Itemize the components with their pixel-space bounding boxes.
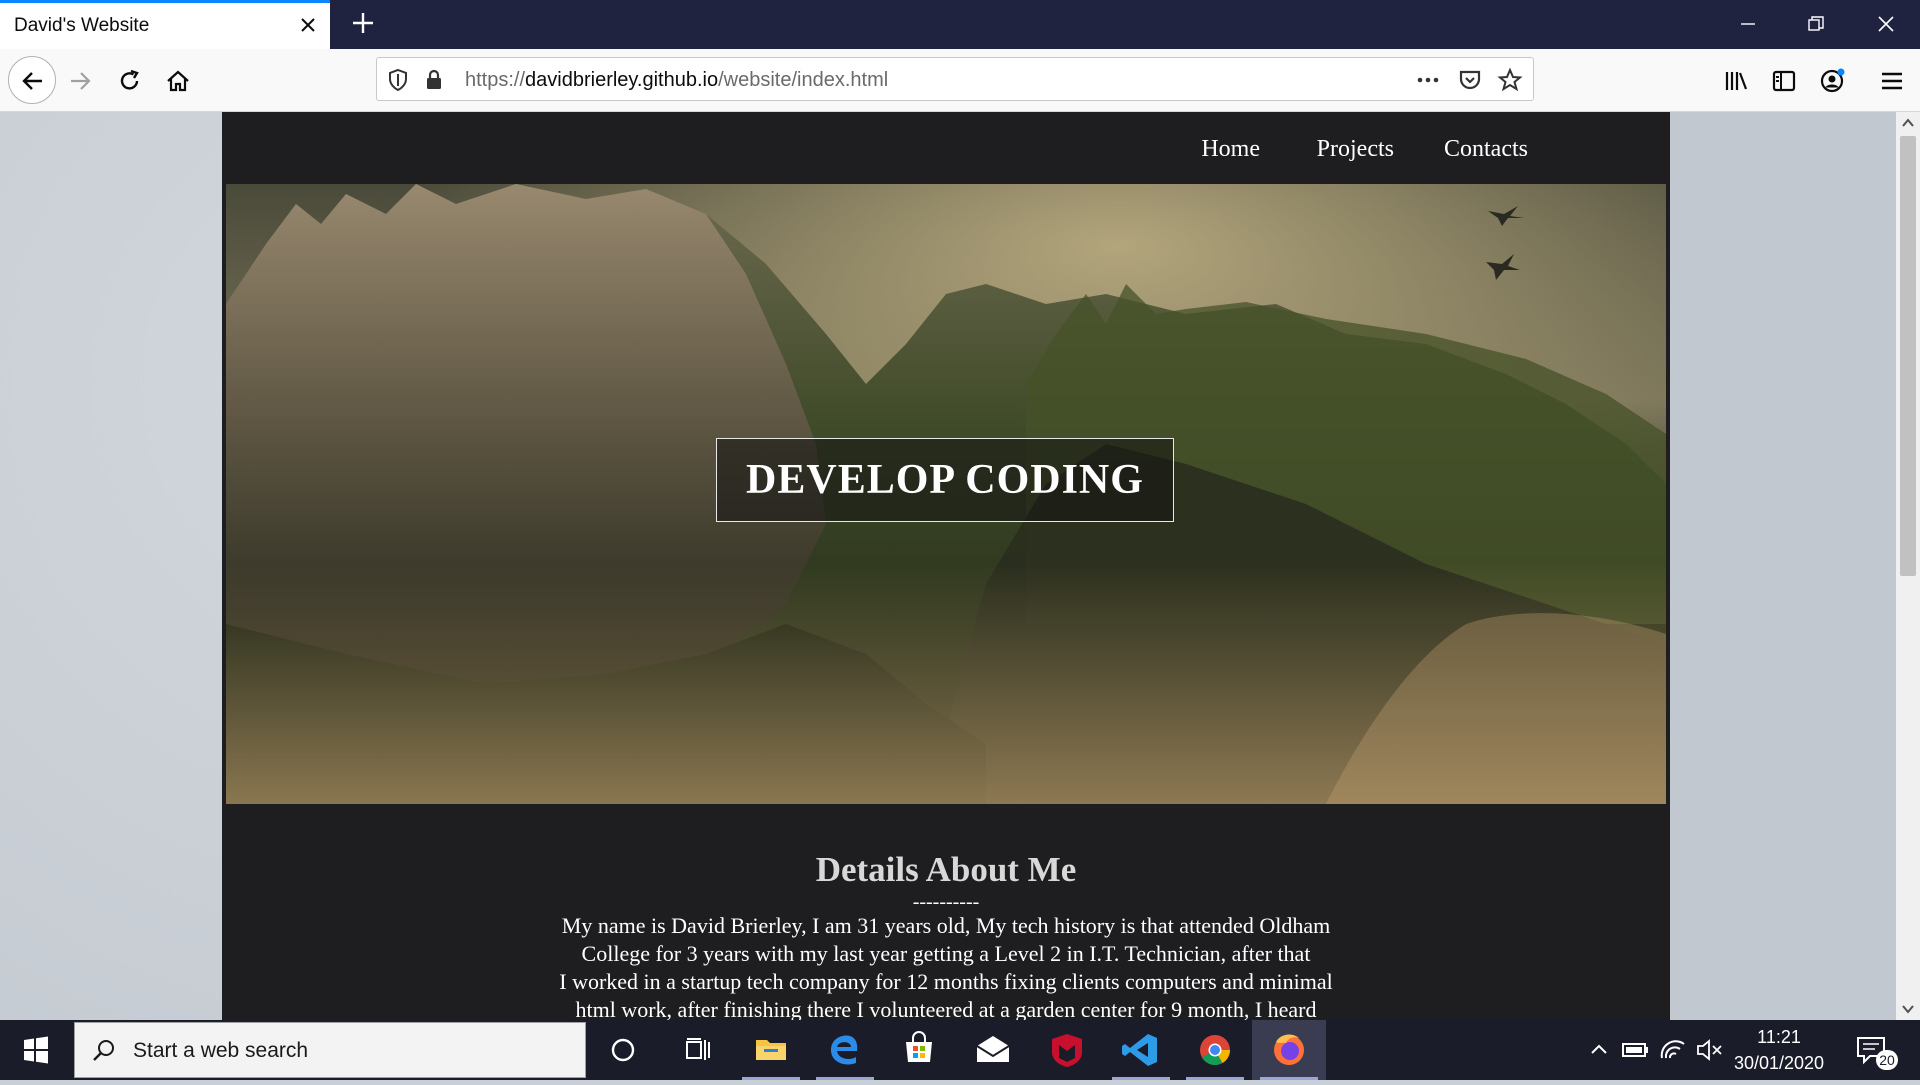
about-heading: Details About Me <box>815 850 1077 889</box>
store-icon[interactable] <box>882 1020 956 1080</box>
vertical-scrollbar[interactable] <box>1896 112 1920 1020</box>
nav-link-projects[interactable]: Projects <box>1317 136 1394 163</box>
clock-date: 30/01/2020 <box>1733 1053 1825 1073</box>
about-line: html work, after finishing there I volun… <box>575 997 1317 1020</box>
hero-title: DEVELOP CODING <box>716 438 1174 522</box>
notification-count-badge: 20 <box>1876 1050 1898 1070</box>
edge-icon[interactable] <box>808 1020 882 1080</box>
url-path: /website/index.html <box>718 69 889 91</box>
nav-link-contacts[interactable]: Contacts <box>1444 136 1528 163</box>
action-center-icon[interactable]: 20 <box>1850 1028 1898 1072</box>
new-tab-icon[interactable] <box>348 8 378 38</box>
cortana-icon[interactable] <box>586 1020 660 1080</box>
browser-titlebar: David's Website <box>0 0 1920 49</box>
url-host: davidbrierley.github.io <box>525 69 719 91</box>
wifi-icon[interactable] <box>1656 1020 1690 1080</box>
nav-link-home[interactable]: Home <box>1201 136 1260 163</box>
mcafee-icon[interactable] <box>1030 1020 1104 1080</box>
close-window-icon[interactable] <box>1852 0 1920 49</box>
page-actions-icon[interactable] <box>1415 67 1441 93</box>
tab-title: David's Website <box>14 15 150 36</box>
about-line: My name is David Brierley, I am 31 years… <box>561 913 1331 938</box>
about-line: College for 3 years with my last year ge… <box>581 941 1311 966</box>
file-explorer-icon[interactable] <box>734 1020 808 1080</box>
bookmark-star-icon[interactable] <box>1497 67 1523 93</box>
account-icon[interactable] <box>1810 59 1852 101</box>
browser-toolbar: https://davidbrierley.github.io/website/… <box>0 49 1920 112</box>
chrome-icon[interactable] <box>1178 1020 1252 1080</box>
browser-tab[interactable]: David's Website <box>0 0 330 49</box>
url-text[interactable]: https://davidbrierley.github.io/website/… <box>465 69 888 92</box>
about-text: My name is David Brierley, I am 31 years… <box>516 912 1376 1020</box>
volume-muted-icon[interactable] <box>1692 1020 1726 1080</box>
scroll-thumb[interactable] <box>1900 136 1916 576</box>
search-icon <box>93 1040 114 1061</box>
task-view-icon[interactable] <box>660 1020 734 1080</box>
menu-icon[interactable] <box>1870 59 1912 101</box>
website: Home Projects Contacts DEVELOP CODING De… <box>222 112 1670 1020</box>
search-placeholder: Start a web search <box>133 1039 309 1062</box>
scroll-down-icon[interactable] <box>1896 998 1920 1020</box>
url-bar[interactable]: https://davidbrierley.github.io/website/… <box>376 57 1534 101</box>
hero-banner: DEVELOP CODING <box>226 184 1666 804</box>
taskbar: Start a web search 11:21 30/01/2020 20 <box>0 1020 1920 1080</box>
url-prefix: https:// <box>465 69 526 91</box>
restore-icon[interactable] <box>1782 0 1850 49</box>
minimize-icon[interactable] <box>1714 0 1782 49</box>
page-viewport: Home Projects Contacts DEVELOP CODING De… <box>0 112 1896 1020</box>
about-line: I worked in a startup tech company for 1… <box>559 969 1333 994</box>
about-separator: ---------- <box>912 891 980 913</box>
system-clock[interactable]: 11:21 30/01/2020 <box>1724 1024 1834 1076</box>
vscode-icon[interactable] <box>1104 1020 1178 1080</box>
mail-icon[interactable] <box>956 1020 1030 1080</box>
firefox-icon[interactable] <box>1252 1020 1326 1080</box>
clock-time: 11:21 <box>1757 1027 1801 1047</box>
close-tab-icon[interactable] <box>296 13 320 37</box>
library-icon[interactable] <box>1714 59 1756 101</box>
pocket-icon[interactable] <box>1457 67 1483 93</box>
windows-start-icon[interactable] <box>0 1020 72 1080</box>
scroll-up-icon[interactable] <box>1896 112 1920 134</box>
battery-icon[interactable] <box>1618 1020 1652 1080</box>
reload-icon[interactable] <box>108 59 150 101</box>
home-icon[interactable] <box>156 59 198 101</box>
forward-icon[interactable] <box>58 59 100 101</box>
about-section: Details About Me ---------- My name is D… <box>222 850 1670 1020</box>
show-hidden-icons-icon[interactable] <box>1582 1020 1616 1080</box>
lock-icon[interactable] <box>421 67 447 93</box>
tracking-shield-icon[interactable] <box>385 67 411 93</box>
back-icon[interactable] <box>8 56 56 104</box>
sidebar-icon[interactable] <box>1762 59 1804 101</box>
taskbar-search-input[interactable]: Start a web search <box>74 1022 586 1078</box>
